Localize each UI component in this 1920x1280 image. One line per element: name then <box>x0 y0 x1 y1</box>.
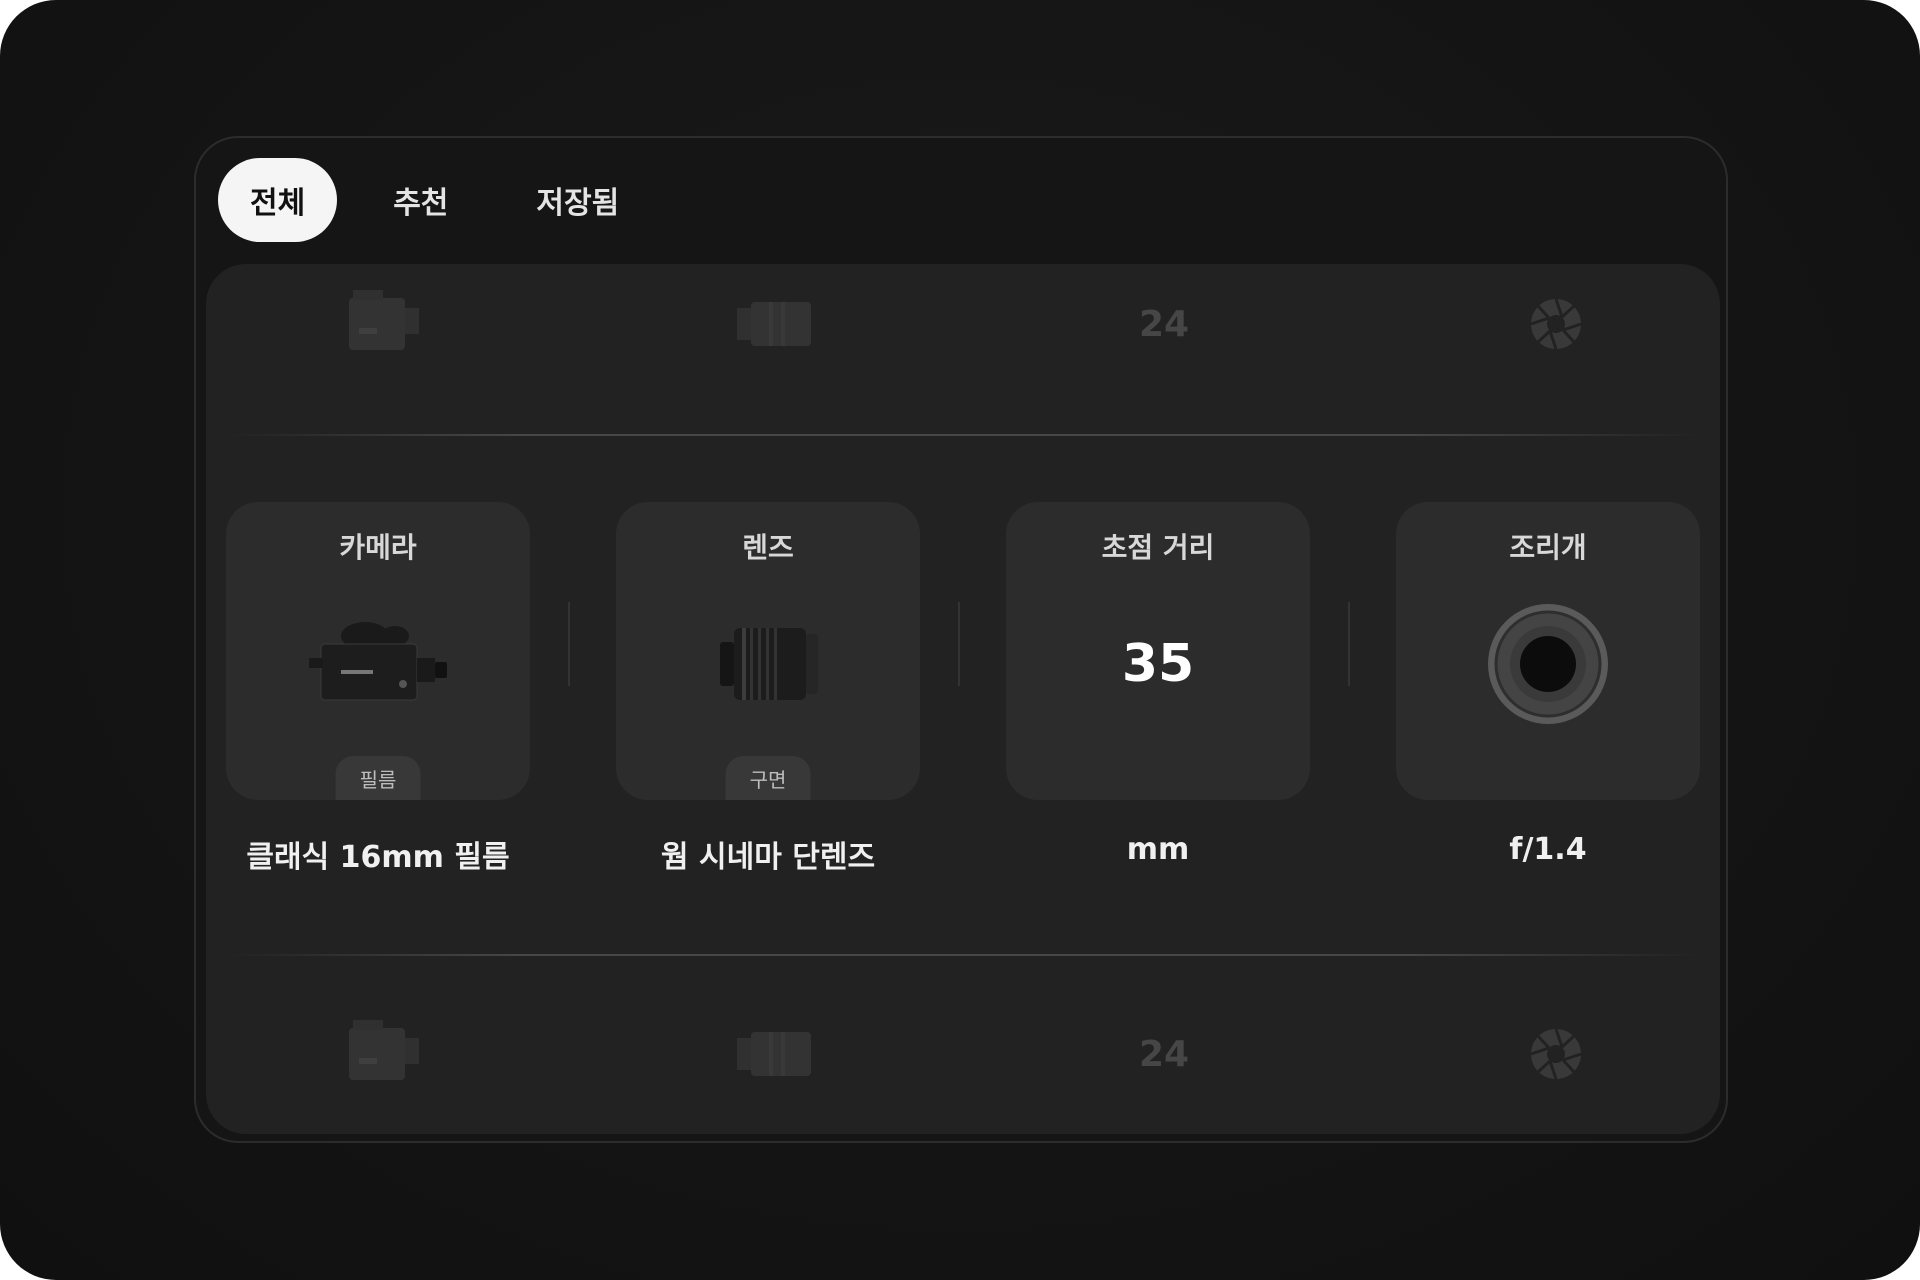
row-divider <box>226 954 1700 956</box>
picker-row-next[interactable]: 24 <box>206 994 1720 1114</box>
lens-icon <box>714 994 834 1114</box>
aperture-icon <box>1496 264 1616 384</box>
camera-icon <box>324 264 444 384</box>
focal-length-number: 35 <box>1121 634 1195 694</box>
lens-icon <box>714 264 834 384</box>
device-frame: 전체 추천 저장됨 24 카메라 필름 렌즈 구면 초점 거리 35 조리개 클… <box>0 0 1920 1280</box>
focal-length-ghost: 24 <box>1138 303 1190 345</box>
lens-type-badge: 구면 <box>725 756 811 800</box>
film-camera-icon <box>226 602 530 726</box>
camera-card-title: 카메라 <box>339 531 417 564</box>
tab-all[interactable]: 전체 <box>218 158 338 242</box>
aperture-ring-icon <box>1396 602 1700 726</box>
filter-tabs: 전체 추천 저장됨 <box>218 158 651 242</box>
aperture-value: f/1.4 <box>1509 832 1587 867</box>
aperture-card[interactable]: 조리개 <box>1396 502 1700 800</box>
camera-icon <box>324 994 444 1114</box>
settings-panel: 전체 추천 저장됨 24 카메라 필름 렌즈 구면 초점 거리 35 조리개 클… <box>194 136 1728 1143</box>
camera-card[interactable]: 카메라 필름 <box>226 502 530 800</box>
aperture-card-title: 조리개 <box>1509 531 1587 564</box>
focal-length-unit: mm <box>1126 832 1190 867</box>
camera-type-badge: 필름 <box>335 756 421 800</box>
cinema-lens-icon <box>616 602 920 726</box>
focal-length-ghost: 24 <box>1138 1033 1190 1075</box>
column-separator <box>1348 602 1350 686</box>
camera-value: 클래식 16mm 필름 <box>246 840 510 875</box>
focal-length-card-title: 초점 거리 <box>1101 531 1215 564</box>
lens-value: 웜 시네마 단렌즈 <box>660 840 876 875</box>
aperture-icon <box>1496 994 1616 1114</box>
lens-card-title: 렌즈 <box>742 531 794 564</box>
column-separator <box>958 602 960 686</box>
column-separator <box>568 602 570 686</box>
picker-row-prev[interactable]: 24 <box>206 264 1720 384</box>
lens-card[interactable]: 렌즈 구면 <box>616 502 920 800</box>
row-divider <box>226 434 1700 436</box>
focal-length-number-box: 35 <box>1006 602 1310 726</box>
focal-length-card[interactable]: 초점 거리 35 <box>1006 502 1310 800</box>
picker-area[interactable]: 24 카메라 필름 렌즈 구면 초점 거리 35 조리개 클래식 16mm 필름… <box>206 264 1720 1134</box>
tab-saved[interactable]: 저장됨 <box>504 158 651 242</box>
tab-recommended[interactable]: 추천 <box>361 158 480 242</box>
